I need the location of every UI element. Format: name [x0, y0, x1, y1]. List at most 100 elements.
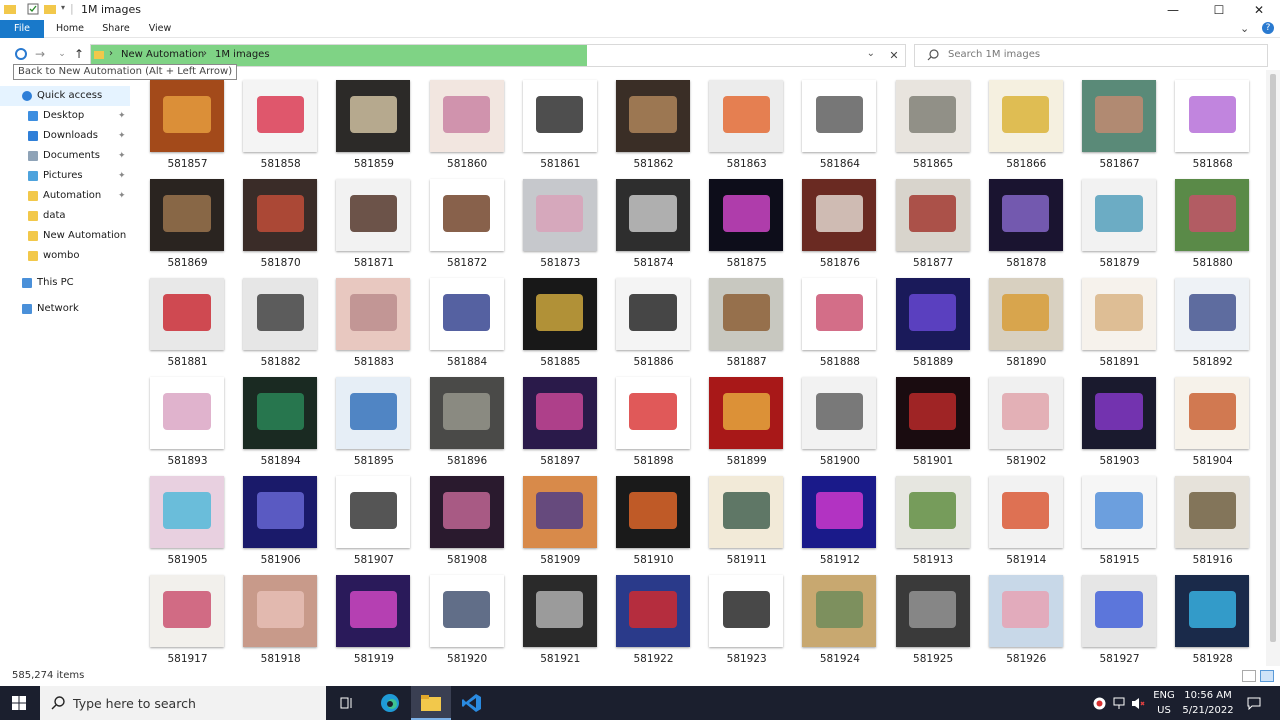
image-thumbnail[interactable] — [336, 476, 411, 548]
file-tile[interactable]: 581884 — [421, 272, 514, 369]
image-thumbnail[interactable] — [895, 179, 970, 251]
image-thumbnail[interactable] — [1175, 278, 1250, 350]
properties-icon[interactable] — [27, 3, 39, 15]
image-thumbnail[interactable] — [336, 575, 411, 647]
file-tile[interactable]: 581894 — [234, 371, 327, 468]
file-tile[interactable]: 581891 — [1073, 272, 1166, 369]
file-tile[interactable]: 581900 — [793, 371, 886, 468]
image-thumbnail[interactable] — [1082, 575, 1156, 647]
clock-time[interactable]: 10:56 AM — [1180, 690, 1236, 701]
file-tile[interactable]: 581901 — [887, 371, 980, 468]
file-tile[interactable]: 581892 — [1166, 272, 1259, 369]
file-tile[interactable]: 581896 — [421, 371, 514, 468]
sidebar-item[interactable]: Pictures ✦ — [0, 166, 130, 186]
file-tile[interactable]: 581915 — [1073, 470, 1166, 567]
image-thumbnail[interactable] — [429, 476, 504, 548]
file-tile[interactable]: 581913 — [887, 470, 980, 567]
file-tile[interactable]: 581859 — [327, 74, 420, 171]
image-thumbnail[interactable] — [1175, 377, 1250, 449]
scrollbar-thumb[interactable] — [1270, 74, 1276, 642]
image-thumbnail[interactable] — [150, 278, 224, 350]
file-tile[interactable]: 581926 — [980, 569, 1073, 666]
image-thumbnail[interactable] — [709, 179, 784, 251]
image-thumbnail[interactable] — [1082, 179, 1156, 251]
image-thumbnail[interactable] — [243, 278, 318, 350]
image-thumbnail[interactable] — [429, 278, 504, 350]
image-thumbnail[interactable] — [802, 278, 877, 350]
file-tile[interactable]: 581895 — [327, 371, 420, 468]
file-tile[interactable]: 581909 — [514, 470, 607, 567]
forward-icon[interactable]: → — [32, 46, 48, 62]
image-thumbnail[interactable] — [429, 179, 504, 251]
image-thumbnail[interactable] — [988, 278, 1063, 350]
file-tile[interactable]: 581861 — [514, 74, 607, 171]
file-tile[interactable]: 581885 — [514, 272, 607, 369]
file-tile[interactable]: 581922 — [607, 569, 700, 666]
image-thumbnail[interactable] — [802, 476, 877, 548]
file-tile[interactable]: 581924 — [793, 569, 886, 666]
large-icons-view-icon[interactable] — [1260, 670, 1274, 682]
sidebar-item[interactable]: This PC — [0, 273, 130, 293]
file-tile[interactable]: 581912 — [793, 470, 886, 567]
file-tile[interactable]: 581911 — [700, 470, 793, 567]
sidebar-item[interactable]: Downloads ✦ — [0, 126, 130, 146]
sidebar-item[interactable]: Desktop ✦ — [0, 106, 130, 126]
image-thumbnail[interactable] — [1175, 179, 1250, 251]
image-thumbnail[interactable] — [895, 575, 970, 647]
image-thumbnail[interactable] — [616, 278, 690, 350]
image-thumbnail[interactable] — [1082, 278, 1156, 350]
sidebar-item[interactable]: data — [0, 206, 130, 226]
vertical-scrollbar[interactable] — [1266, 70, 1280, 666]
file-tile[interactable]: 581873 — [514, 173, 607, 270]
file-tile[interactable]: 581889 — [887, 272, 980, 369]
image-thumbnail[interactable] — [895, 80, 970, 152]
tab-view[interactable]: View — [140, 20, 180, 38]
image-thumbnail[interactable] — [988, 80, 1063, 152]
file-tile[interactable]: 581898 — [607, 371, 700, 468]
image-thumbnail[interactable] — [616, 377, 690, 449]
language-indicator[interactable]: ENG — [1150, 690, 1178, 701]
up-icon[interactable]: ↑ — [71, 46, 87, 62]
image-thumbnail[interactable] — [522, 476, 597, 548]
file-tile[interactable]: 581867 — [1073, 74, 1166, 171]
image-thumbnail[interactable] — [429, 575, 504, 647]
file-tile[interactable]: 581872 — [421, 173, 514, 270]
file-tile[interactable]: 581864 — [793, 74, 886, 171]
recent-locations-icon[interactable]: ⌄ — [54, 46, 70, 62]
sidebar-item[interactable]: Network — [0, 299, 130, 319]
close-button[interactable]: ✕ — [1236, 0, 1280, 20]
image-thumbnail[interactable] — [616, 476, 690, 548]
file-tile[interactable]: 581888 — [793, 272, 886, 369]
network-status-icon[interactable] — [1113, 697, 1127, 710]
file-tile[interactable]: 581907 — [327, 470, 420, 567]
file-tile[interactable]: 581919 — [327, 569, 420, 666]
image-thumbnail[interactable] — [150, 179, 224, 251]
details-view-icon[interactable] — [1242, 670, 1256, 682]
image-thumbnail[interactable] — [336, 80, 411, 152]
file-tile[interactable]: 581903 — [1073, 371, 1166, 468]
task-view-icon[interactable] — [327, 686, 367, 720]
breadcrumb-new-automation[interactable]: New Automation — [121, 49, 204, 60]
file-tile[interactable]: 581877 — [887, 173, 980, 270]
image-thumbnail[interactable] — [522, 575, 597, 647]
windows-start-icon[interactable] — [12, 696, 26, 710]
new-folder-icon[interactable] — [44, 3, 56, 15]
image-thumbnail[interactable] — [522, 179, 597, 251]
file-tile[interactable]: 581918 — [234, 569, 327, 666]
sidebar-item[interactable]: Automation ✦ — [0, 186, 130, 206]
sidebar-item[interactable]: wombo — [0, 246, 130, 266]
breadcrumb-separator[interactable]: › — [203, 48, 207, 59]
image-thumbnail[interactable] — [429, 80, 504, 152]
image-thumbnail[interactable] — [336, 179, 411, 251]
image-thumbnail[interactable] — [895, 377, 970, 449]
clear-address-button[interactable]: ✕ — [884, 46, 904, 66]
file-tile[interactable]: 581914 — [980, 470, 1073, 567]
image-thumbnail[interactable] — [243, 179, 318, 251]
image-thumbnail[interactable] — [988, 476, 1063, 548]
file-tile[interactable]: 581921 — [514, 569, 607, 666]
minimize-button[interactable]: — — [1150, 0, 1196, 20]
image-thumbnail[interactable] — [709, 575, 784, 647]
file-tile[interactable]: 581860 — [421, 74, 514, 171]
file-tile[interactable]: 581875 — [700, 173, 793, 270]
file-tile[interactable]: 581869 — [141, 173, 234, 270]
